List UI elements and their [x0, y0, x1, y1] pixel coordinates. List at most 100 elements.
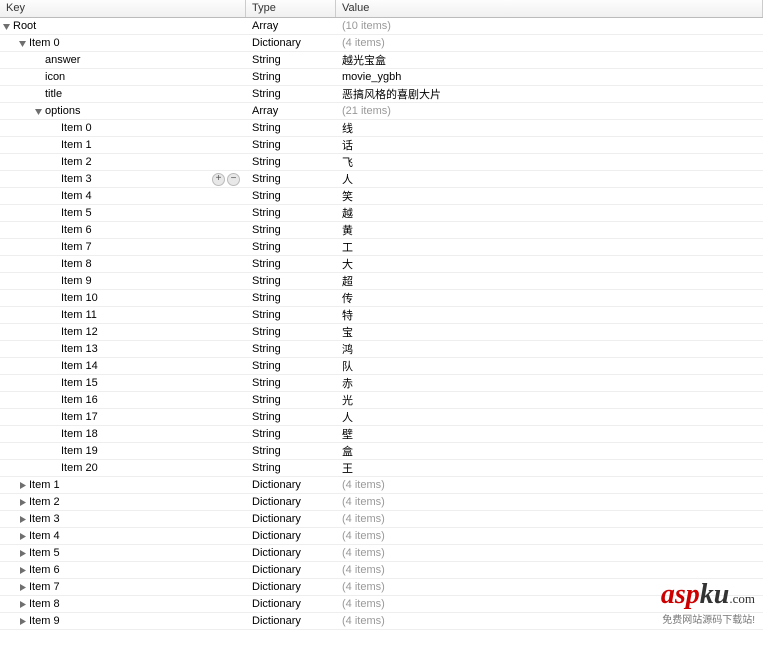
cell-key[interactable]: Item 17 [0, 411, 246, 423]
cell-type[interactable]: String [246, 224, 336, 236]
column-header-type[interactable]: Type [246, 0, 336, 17]
table-row[interactable]: Item 12String宝 [0, 324, 763, 341]
table-row[interactable]: Item 0String线 [0, 120, 763, 137]
table-row[interactable]: Item 13String鸿 [0, 341, 763, 358]
cell-key[interactable]: Item 5 [0, 207, 246, 219]
cell-type[interactable]: Dictionary [246, 547, 336, 559]
cell-type[interactable]: String [246, 207, 336, 219]
cell-key[interactable]: Item 19 [0, 445, 246, 457]
table-row[interactable]: Item 6String黄 [0, 222, 763, 239]
cell-key[interactable]: Item 4 [0, 190, 246, 202]
cell-value[interactable]: 话 [336, 137, 763, 153]
table-row[interactable]: Item 10String传 [0, 290, 763, 307]
cell-value[interactable]: 宝 [336, 324, 763, 340]
cell-key[interactable]: Item 14 [0, 360, 246, 372]
cell-key[interactable]: Item 3+− [0, 173, 246, 186]
cell-value[interactable]: 赤 [336, 375, 763, 391]
table-row[interactable]: Item 1Dictionary(4 items) [0, 477, 763, 494]
cell-key[interactable]: Item 6 [0, 564, 246, 576]
cell-value[interactable]: 人 [336, 171, 763, 187]
table-row[interactable]: RootArray(10 items) [0, 18, 763, 35]
disclosure-right-icon[interactable] [18, 532, 27, 541]
table-row[interactable]: Item 5String越 [0, 205, 763, 222]
table-row[interactable]: optionsArray(21 items) [0, 103, 763, 120]
table-row[interactable]: Item 15String赤 [0, 375, 763, 392]
disclosure-right-icon[interactable] [18, 481, 27, 490]
cell-key[interactable]: Item 3 [0, 513, 246, 525]
cell-type[interactable]: String [246, 139, 336, 151]
cell-key[interactable]: Item 11 [0, 309, 246, 321]
table-row[interactable]: Item 9Dictionary(4 items) [0, 613, 763, 630]
column-header-value[interactable]: Value [336, 0, 763, 17]
disclosure-right-icon[interactable] [18, 549, 27, 558]
cell-type[interactable]: String [246, 445, 336, 457]
table-row[interactable]: Item 7String工 [0, 239, 763, 256]
table-row[interactable]: titleString恶搞风格的喜剧大片 [0, 86, 763, 103]
cell-value[interactable]: 恶搞风格的喜剧大片 [336, 86, 763, 102]
table-row[interactable]: Item 17String人 [0, 409, 763, 426]
cell-key[interactable]: Item 9 [0, 615, 246, 627]
cell-value[interactable]: 黄 [336, 222, 763, 238]
table-row[interactable]: Item 1String话 [0, 137, 763, 154]
cell-type[interactable]: String [246, 343, 336, 355]
cell-type[interactable]: String [246, 394, 336, 406]
cell-type[interactable]: Dictionary [246, 615, 336, 627]
table-row[interactable]: Item 4String笑 [0, 188, 763, 205]
disclosure-down-icon[interactable] [18, 39, 27, 48]
cell-value[interactable]: 工 [336, 239, 763, 255]
table-row[interactable]: Item 3Dictionary(4 items) [0, 511, 763, 528]
cell-type[interactable]: Dictionary [246, 598, 336, 610]
cell-value[interactable]: 壁 [336, 426, 763, 442]
cell-type[interactable]: String [246, 275, 336, 287]
cell-key[interactable]: Item 12 [0, 326, 246, 338]
cell-key[interactable]: Item 18 [0, 428, 246, 440]
disclosure-down-icon[interactable] [2, 22, 11, 31]
cell-value[interactable]: 盒 [336, 443, 763, 459]
cell-type[interactable]: String [246, 462, 336, 474]
cell-type[interactable]: Dictionary [246, 581, 336, 593]
table-row[interactable]: Item 3+−String人 [0, 171, 763, 188]
cell-key[interactable]: Item 0 [0, 122, 246, 134]
cell-value[interactable]: 越 [336, 205, 763, 221]
cell-type[interactable]: String [246, 241, 336, 253]
cell-type[interactable]: Dictionary [246, 530, 336, 542]
cell-key[interactable]: Root [0, 20, 246, 32]
cell-key[interactable]: Item 13 [0, 343, 246, 355]
cell-type[interactable]: String [246, 326, 336, 338]
add-row-button[interactable]: + [212, 173, 225, 186]
cell-key[interactable]: options [0, 105, 246, 117]
cell-type[interactable]: String [246, 292, 336, 304]
cell-type[interactable]: Array [246, 105, 336, 117]
cell-key[interactable]: Item 20 [0, 462, 246, 474]
cell-type[interactable]: Dictionary [246, 513, 336, 525]
column-header-key[interactable]: Key [0, 0, 246, 17]
cell-value[interactable]: 队 [336, 358, 763, 374]
cell-key[interactable]: Item 1 [0, 139, 246, 151]
disclosure-right-icon[interactable] [18, 498, 27, 507]
cell-value[interactable]: 飞 [336, 154, 763, 170]
table-row[interactable]: Item 2Dictionary(4 items) [0, 494, 763, 511]
cell-value[interactable]: 传 [336, 290, 763, 306]
table-row[interactable]: Item 7Dictionary(4 items) [0, 579, 763, 596]
cell-type[interactable]: Dictionary [246, 496, 336, 508]
disclosure-right-icon[interactable] [18, 600, 27, 609]
cell-key[interactable]: Item 7 [0, 241, 246, 253]
cell-value[interactable]: 笑 [336, 188, 763, 204]
table-row[interactable]: answerString越光宝盒 [0, 52, 763, 69]
cell-value[interactable]: 线 [336, 120, 763, 136]
cell-key[interactable]: Item 6 [0, 224, 246, 236]
cell-key[interactable]: Item 16 [0, 394, 246, 406]
cell-type[interactable]: String [246, 360, 336, 372]
cell-value[interactable]: 王 [336, 460, 763, 476]
cell-key[interactable]: Item 9 [0, 275, 246, 287]
table-row[interactable]: Item 8Dictionary(4 items) [0, 596, 763, 613]
cell-type[interactable]: String [246, 156, 336, 168]
table-row[interactable]: Item 14String队 [0, 358, 763, 375]
cell-type[interactable]: String [246, 54, 336, 66]
cell-key[interactable]: Item 2 [0, 496, 246, 508]
table-row[interactable]: Item 9String超 [0, 273, 763, 290]
cell-key[interactable]: title [0, 88, 246, 100]
table-row[interactable]: Item 0Dictionary(4 items) [0, 35, 763, 52]
table-row[interactable]: Item 19String盒 [0, 443, 763, 460]
cell-value[interactable]: 鸿 [336, 341, 763, 357]
